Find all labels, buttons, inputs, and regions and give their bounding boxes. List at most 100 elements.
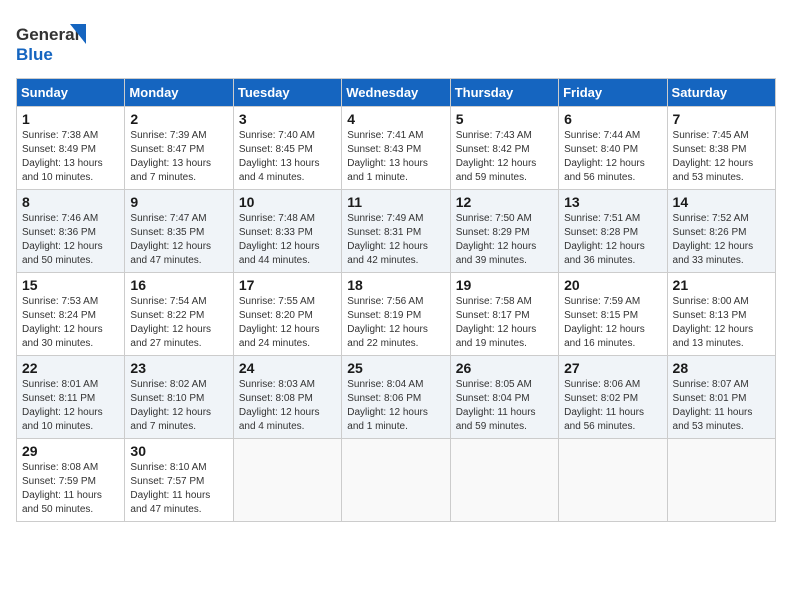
svg-text:General: General	[16, 25, 79, 44]
day-info: Sunrise: 7:44 AMSunset: 8:40 PMDaylight:…	[564, 129, 661, 185]
column-header-thursday: Thursday	[450, 79, 558, 107]
column-header-sunday: Sunday	[17, 79, 125, 107]
day-info: Sunrise: 7:58 AMSunset: 8:17 PMDaylight:…	[456, 295, 553, 351]
calendar-cell: 1 Sunrise: 7:38 AMSunset: 8:49 PMDaylight…	[17, 107, 125, 190]
calendar-cell: 26Sunrise: 8:05 AMSunset: 8:04 PMDayligh…	[450, 356, 558, 439]
calendar-cell: 20Sunrise: 7:59 AMSunset: 8:15 PMDayligh…	[559, 273, 667, 356]
day-number: 23	[130, 360, 227, 376]
calendar-cell: 14Sunrise: 7:52 AMSunset: 8:26 PMDayligh…	[667, 190, 775, 273]
day-number: 4	[347, 111, 444, 127]
day-number: 30	[130, 443, 227, 459]
calendar-cell: 22 Sunrise: 8:01 AMSunset: 8:11 PMDayligh…	[17, 356, 125, 439]
day-info: Sunrise: 7:50 AMSunset: 8:29 PMDaylight:…	[456, 212, 553, 268]
calendar-week-5: 29 Sunrise: 8:08 AMSunset: 7:59 PMDayligh…	[17, 439, 776, 522]
page-header: General Blue	[16, 16, 776, 68]
calendar-table: SundayMondayTuesdayWednesdayThursdayFrid…	[16, 78, 776, 522]
day-info: Sunrise: 7:53 AMSunset: 8:24 PMDaylight:…	[22, 295, 119, 351]
day-info: Sunrise: 7:40 AMSunset: 8:45 PMDaylight:…	[239, 129, 336, 185]
calendar-cell: 24Sunrise: 8:03 AMSunset: 8:08 PMDayligh…	[233, 356, 341, 439]
calendar-cell: 30 Sunrise: 8:10 AMSunset: 7:57 PMDayligh…	[125, 439, 233, 522]
day-number: 3	[239, 111, 336, 127]
day-info: Sunrise: 8:10 AMSunset: 7:57 PMDaylight:…	[130, 461, 227, 517]
day-info: Sunrise: 8:03 AMSunset: 8:08 PMDaylight:…	[239, 378, 336, 434]
day-number: 9	[130, 194, 227, 210]
day-number: 1	[22, 111, 119, 127]
day-number: 8	[22, 194, 119, 210]
day-info: Sunrise: 7:41 AMSunset: 8:43 PMDaylight:…	[347, 129, 444, 185]
calendar-cell	[559, 439, 667, 522]
logo-svg: General Blue	[16, 16, 106, 68]
day-info: Sunrise: 7:38 AMSunset: 8:49 PMDaylight:…	[22, 129, 119, 185]
calendar-cell: 28Sunrise: 8:07 AMSunset: 8:01 PMDayligh…	[667, 356, 775, 439]
calendar-cell: 9 Sunrise: 7:47 AMSunset: 8:35 PMDaylight…	[125, 190, 233, 273]
day-number: 15	[22, 277, 119, 293]
day-info: Sunrise: 7:46 AMSunset: 8:36 PMDaylight:…	[22, 212, 119, 268]
calendar-cell: 11 Sunrise: 7:49 AMSunset: 8:31 PMDayligh…	[342, 190, 450, 273]
day-info: Sunrise: 7:39 AMSunset: 8:47 PMDaylight:…	[130, 129, 227, 185]
day-info: Sunrise: 7:49 AMSunset: 8:31 PMDaylight:…	[347, 212, 444, 268]
day-info: Sunrise: 7:47 AMSunset: 8:35 PMDaylight:…	[130, 212, 227, 268]
calendar-cell	[450, 439, 558, 522]
day-info: Sunrise: 8:08 AMSunset: 7:59 PMDaylight:…	[22, 461, 119, 517]
day-number: 29	[22, 443, 119, 459]
calendar-header-row: SundayMondayTuesdayWednesdayThursdayFrid…	[17, 79, 776, 107]
day-number: 28	[673, 360, 770, 376]
calendar-cell: 10Sunrise: 7:48 AMSunset: 8:33 PMDayligh…	[233, 190, 341, 273]
column-header-tuesday: Tuesday	[233, 79, 341, 107]
calendar-cell: 17 Sunrise: 7:55 AMSunset: 8:20 PMDayligh…	[233, 273, 341, 356]
calendar-week-1: 1 Sunrise: 7:38 AMSunset: 8:49 PMDaylight…	[17, 107, 776, 190]
calendar-cell: 19 Sunrise: 7:58 AMSunset: 8:17 PMDayligh…	[450, 273, 558, 356]
calendar-cell: 27Sunrise: 8:06 AMSunset: 8:02 PMDayligh…	[559, 356, 667, 439]
day-number: 13	[564, 194, 661, 210]
calendar-cell: 8 Sunrise: 7:46 AMSunset: 8:36 PMDaylight…	[17, 190, 125, 273]
day-number: 17	[239, 277, 336, 293]
day-number: 11	[347, 194, 444, 210]
calendar-week-3: 15 Sunrise: 7:53 AMSunset: 8:24 PMDayligh…	[17, 273, 776, 356]
day-number: 2	[130, 111, 227, 127]
day-number: 21	[673, 277, 770, 293]
day-number: 19	[456, 277, 553, 293]
calendar-week-4: 22 Sunrise: 8:01 AMSunset: 8:11 PMDayligh…	[17, 356, 776, 439]
calendar-cell: 2 Sunrise: 7:39 AMSunset: 8:47 PMDaylight…	[125, 107, 233, 190]
day-info: Sunrise: 7:54 AMSunset: 8:22 PMDaylight:…	[130, 295, 227, 351]
day-info: Sunrise: 7:43 AMSunset: 8:42 PMDaylight:…	[456, 129, 553, 185]
day-number: 14	[673, 194, 770, 210]
day-info: Sunrise: 8:01 AMSunset: 8:11 PMDaylight:…	[22, 378, 119, 434]
calendar-cell	[342, 439, 450, 522]
calendar-cell: 5 Sunrise: 7:43 AMSunset: 8:42 PMDaylight…	[450, 107, 558, 190]
calendar-cell: 18Sunrise: 7:56 AMSunset: 8:19 PMDayligh…	[342, 273, 450, 356]
calendar-week-2: 8 Sunrise: 7:46 AMSunset: 8:36 PMDaylight…	[17, 190, 776, 273]
day-number: 7	[673, 111, 770, 127]
day-number: 5	[456, 111, 553, 127]
day-info: Sunrise: 7:55 AMSunset: 8:20 PMDaylight:…	[239, 295, 336, 351]
day-info: Sunrise: 8:00 AMSunset: 8:13 PMDaylight:…	[673, 295, 770, 351]
calendar-cell: 12 Sunrise: 7:50 AMSunset: 8:29 PMDayligh…	[450, 190, 558, 273]
day-info: Sunrise: 7:45 AMSunset: 8:38 PMDaylight:…	[673, 129, 770, 185]
calendar-cell	[233, 439, 341, 522]
calendar-cell: 3 Sunrise: 7:40 AMSunset: 8:45 PMDaylight…	[233, 107, 341, 190]
day-number: 18	[347, 277, 444, 293]
calendar-cell: 6 Sunrise: 7:44 AMSunset: 8:40 PMDaylight…	[559, 107, 667, 190]
day-info: Sunrise: 7:51 AMSunset: 8:28 PMDaylight:…	[564, 212, 661, 268]
column-header-saturday: Saturday	[667, 79, 775, 107]
day-number: 12	[456, 194, 553, 210]
day-number: 22	[22, 360, 119, 376]
day-number: 6	[564, 111, 661, 127]
day-number: 10	[239, 194, 336, 210]
day-number: 25	[347, 360, 444, 376]
calendar-cell: 15 Sunrise: 7:53 AMSunset: 8:24 PMDayligh…	[17, 273, 125, 356]
calendar-cell: 16 Sunrise: 7:54 AMSunset: 8:22 PMDayligh…	[125, 273, 233, 356]
column-header-friday: Friday	[559, 79, 667, 107]
calendar-cell: 7 Sunrise: 7:45 AMSunset: 8:38 PMDaylight…	[667, 107, 775, 190]
calendar-cell: 4 Sunrise: 7:41 AMSunset: 8:43 PMDaylight…	[342, 107, 450, 190]
svg-text:Blue: Blue	[16, 45, 53, 64]
day-number: 27	[564, 360, 661, 376]
day-info: Sunrise: 8:02 AMSunset: 8:10 PMDaylight:…	[130, 378, 227, 434]
calendar-body: 1 Sunrise: 7:38 AMSunset: 8:49 PMDaylight…	[17, 107, 776, 522]
logo-area: General Blue	[16, 16, 106, 68]
calendar-cell: 21 Sunrise: 8:00 AMSunset: 8:13 PMDayligh…	[667, 273, 775, 356]
calendar-cell: 23 Sunrise: 8:02 AMSunset: 8:10 PMDayligh…	[125, 356, 233, 439]
calendar-cell: 13 Sunrise: 7:51 AMSunset: 8:28 PMDayligh…	[559, 190, 667, 273]
day-number: 26	[456, 360, 553, 376]
day-number: 16	[130, 277, 227, 293]
